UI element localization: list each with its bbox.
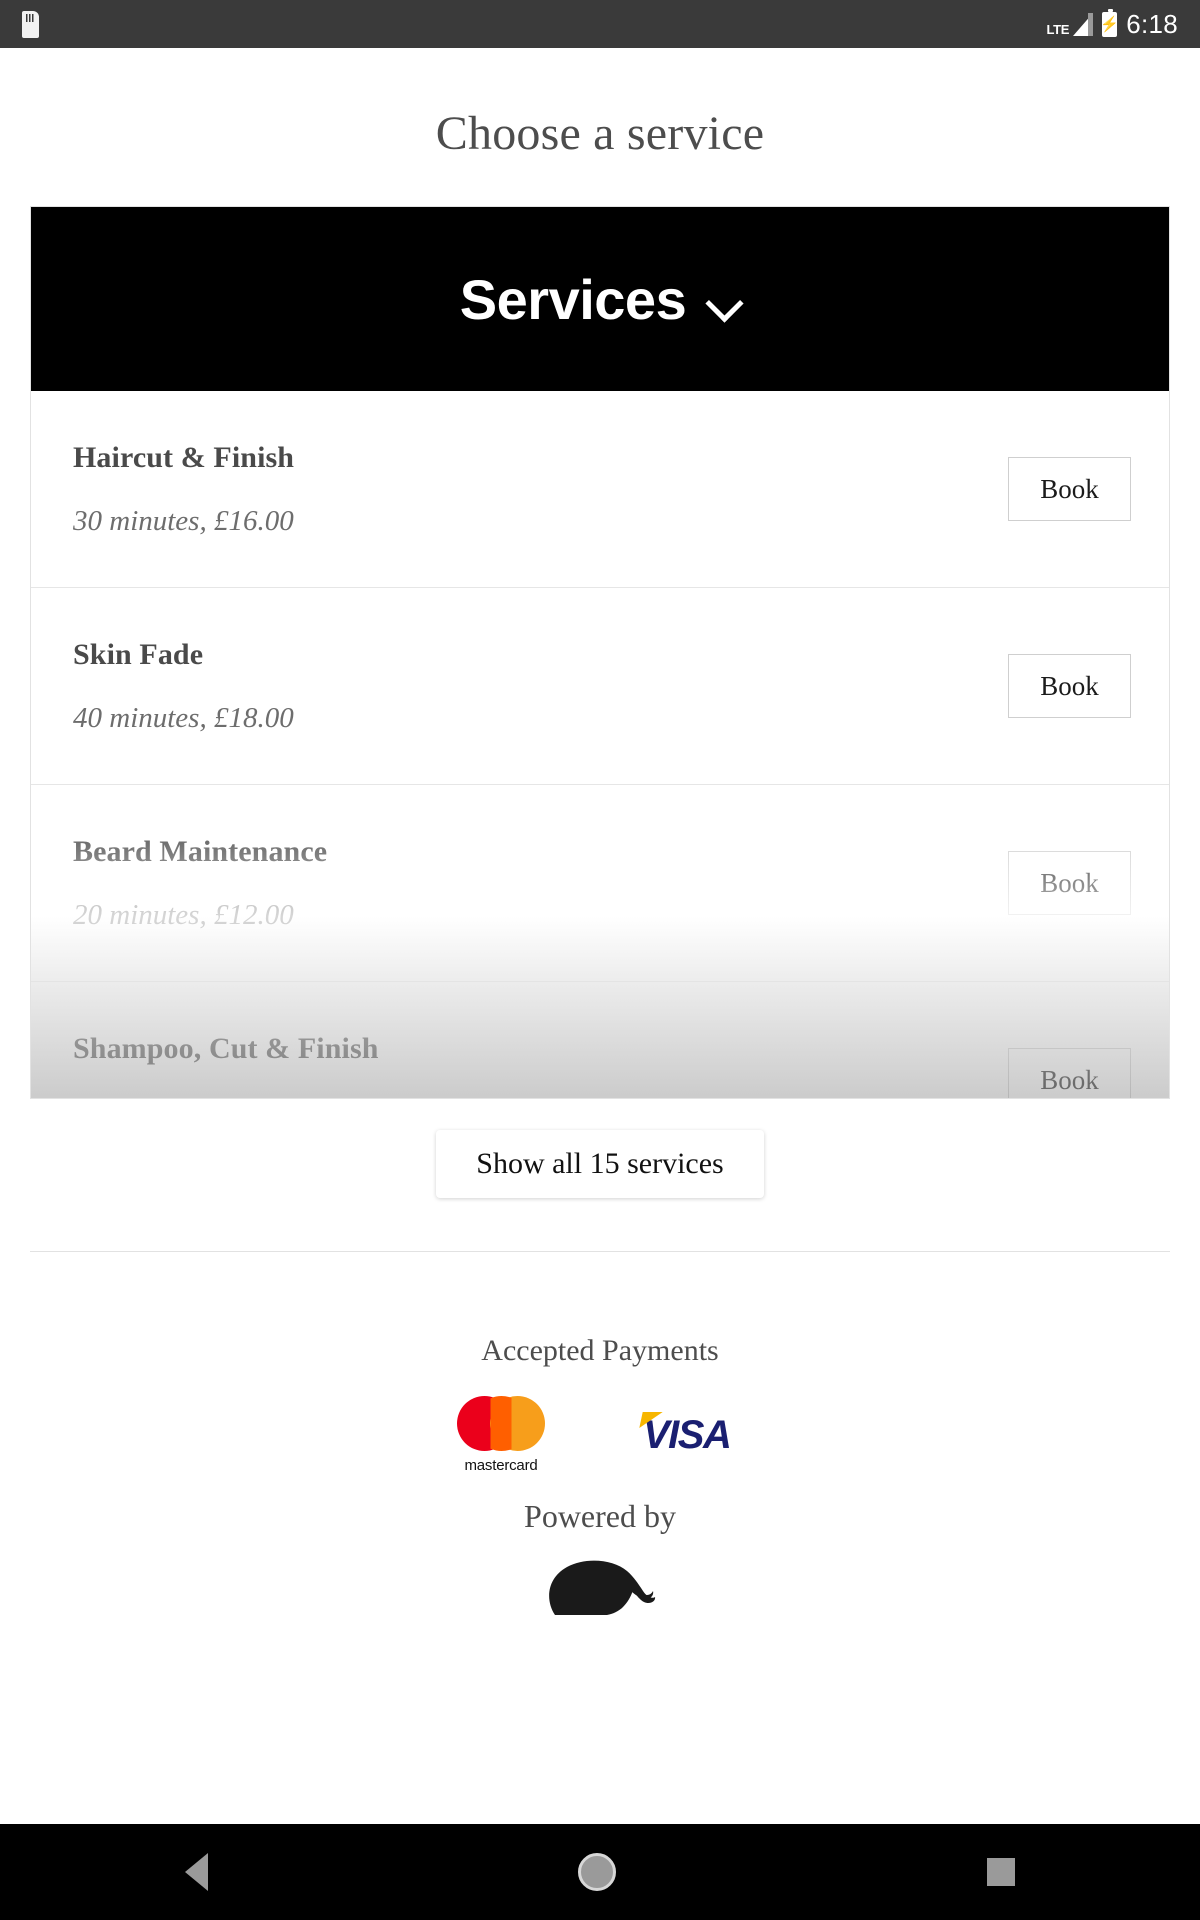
footer-divider bbox=[30, 1251, 1170, 1252]
elephant-logo bbox=[549, 1560, 656, 1615]
back-triangle-icon[interactable] bbox=[185, 1853, 209, 1891]
sd-card-icon bbox=[22, 10, 39, 38]
service-info: Haircut & Finish 30 minutes, £16.00 bbox=[73, 441, 1008, 538]
android-status-bar: LTE ⚡ 6:18 bbox=[0, 0, 1200, 48]
service-details: 20 minutes, £12.00 bbox=[73, 898, 294, 931]
book-button[interactable]: Book bbox=[1008, 1048, 1131, 1098]
service-info: Skin Fade 40 minutes, £18.00 bbox=[73, 638, 1008, 735]
mastercard-label: mastercard bbox=[464, 1457, 538, 1474]
service-info: Beard Maintenance 20 minutes, £12.00 bbox=[73, 835, 1008, 932]
service-name: Shampoo, Cut & Finish bbox=[73, 1031, 379, 1065]
home-circle-icon[interactable] bbox=[578, 1853, 617, 1891]
services-card: Services Haircut & Finish 30 minutes, £1… bbox=[30, 206, 1170, 1099]
accepted-payments-label: Accepted Payments bbox=[481, 1334, 719, 1367]
service-details: 30 minutes, £16.00 bbox=[73, 504, 294, 537]
battery-charging-icon: ⚡ bbox=[1100, 8, 1119, 37]
signal-bars-icon: LTE bbox=[1046, 12, 1094, 37]
book-button[interactable]: Book bbox=[1008, 457, 1131, 521]
table-row[interactable]: Skin Fade 40 minutes, £18.00 Book bbox=[31, 588, 1169, 785]
services-list: Haircut & Finish 30 minutes, £16.00 Book… bbox=[31, 391, 1169, 1099]
book-button[interactable]: Book bbox=[1008, 654, 1131, 718]
status-bar-left bbox=[22, 10, 39, 38]
service-details: 40 minutes – 50 minutes, £18.00 bbox=[73, 1096, 1008, 1099]
services-header-title: Services bbox=[459, 267, 687, 331]
status-bar-clock: 6:18 bbox=[1126, 8, 1178, 39]
service-details: 40 minutes, £18.00 bbox=[73, 701, 294, 734]
status-bar-right: LTE ⚡ 6:18 bbox=[1046, 8, 1178, 40]
page-title: Choose a service bbox=[435, 107, 765, 160]
table-row[interactable]: Shampoo, Cut & Finish 40 minutes – 50 mi… bbox=[31, 982, 1169, 1099]
payment-logos: mastercard VISA bbox=[0, 1396, 1200, 1474]
service-name: Haircut & Finish bbox=[73, 440, 295, 474]
visa-swoosh-icon bbox=[639, 1412, 663, 1428]
visa-logo: VISA bbox=[639, 1412, 743, 1457]
service-info: Shampoo, Cut & Finish 40 minutes – 50 mi… bbox=[73, 1031, 1008, 1099]
table-row[interactable]: Beard Maintenance 20 minutes, £12.00 Boo… bbox=[31, 785, 1169, 982]
services-header[interactable]: Services bbox=[31, 207, 1169, 391]
signal-strength-icon bbox=[1071, 12, 1094, 36]
network-type-label: LTE bbox=[1046, 22, 1070, 37]
powered-by-label: Powered by bbox=[524, 1498, 676, 1534]
mastercard-logo: mastercard bbox=[457, 1396, 545, 1474]
table-row[interactable]: Haircut & Finish 30 minutes, £16.00 Book bbox=[31, 391, 1169, 588]
chevron-down-icon[interactable] bbox=[708, 286, 740, 318]
book-button[interactable]: Book bbox=[1008, 851, 1131, 915]
android-nav-bar bbox=[0, 1824, 1200, 1920]
service-name: Beard Maintenance bbox=[73, 834, 328, 868]
show-all-services-button[interactable]: Show all 15 services bbox=[436, 1130, 764, 1198]
service-name: Skin Fade bbox=[73, 637, 204, 671]
recents-square-icon[interactable] bbox=[986, 1858, 1015, 1886]
show-all-services-wrap: Show all 15 services bbox=[0, 1130, 1200, 1198]
brand-logo-wrap bbox=[0, 1545, 1200, 1615]
